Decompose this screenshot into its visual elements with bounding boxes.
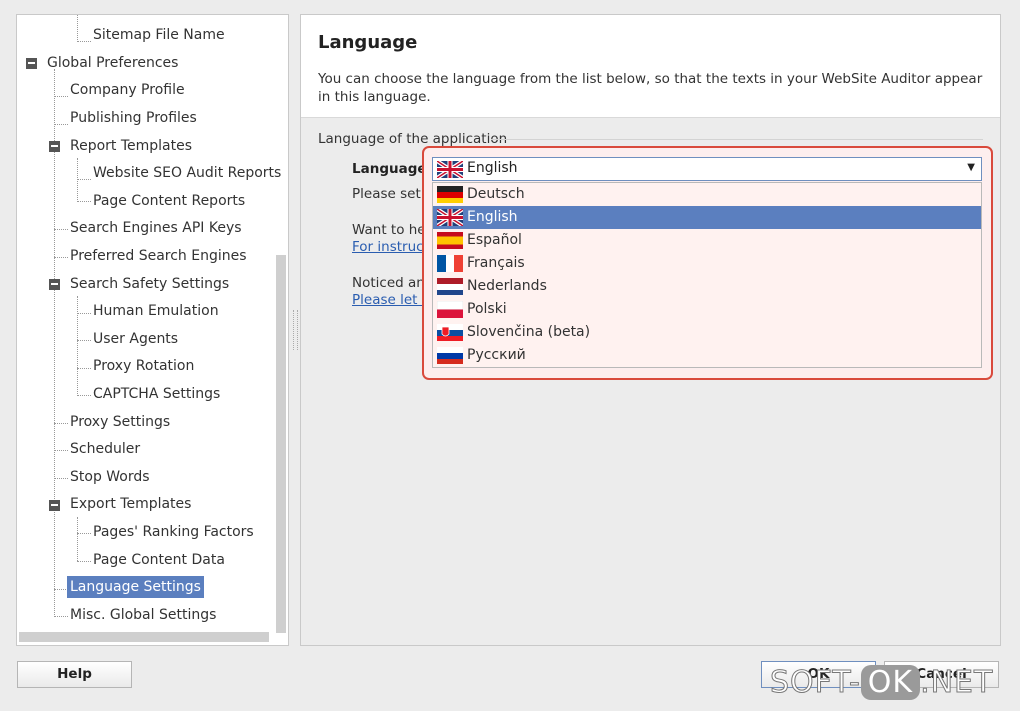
language-option-label: Nederlands bbox=[467, 278, 547, 294]
panel-splitter-handle[interactable] bbox=[293, 310, 298, 350]
collapse-icon[interactable] bbox=[49, 500, 60, 511]
uk-flag-icon bbox=[437, 209, 463, 226]
language-label: Language: bbox=[352, 161, 432, 177]
tree-item-human-emulation[interactable]: Human Emulation bbox=[93, 300, 219, 322]
tree-item-website-seo-audit-reports[interactable]: Website SEO Audit Reports bbox=[93, 162, 281, 184]
tree-item-page-content-data[interactable]: Page Content Data bbox=[93, 549, 225, 571]
tree-connector bbox=[54, 257, 68, 258]
tree-vertical-scrollbar[interactable] bbox=[276, 255, 286, 633]
tree-item-user-agents[interactable]: User Agents bbox=[93, 328, 178, 350]
watermark-box: OK bbox=[860, 665, 921, 700]
tree-connector bbox=[77, 340, 91, 341]
tree-connector bbox=[77, 15, 78, 42]
language-select-value: English bbox=[467, 160, 518, 176]
language-option-label: Deutsch bbox=[467, 186, 525, 202]
tree-connector bbox=[54, 478, 68, 479]
language-option-english[interactable]: English bbox=[433, 206, 981, 229]
tree-connector bbox=[54, 616, 68, 617]
language-group-label: Language of the application bbox=[318, 131, 508, 147]
tree-connector bbox=[77, 41, 91, 42]
language-option-label: Slovenčina (beta) bbox=[467, 324, 591, 340]
language-option-nederlands[interactable]: Nederlands bbox=[433, 275, 981, 298]
tree-item-company-profile[interactable]: Company Profile bbox=[70, 79, 185, 101]
chevron-down-icon[interactable]: ▼ bbox=[967, 162, 975, 173]
tree-item-search-safety-settings[interactable]: Search Safety Settings bbox=[70, 273, 229, 295]
language-option-label: Français bbox=[467, 255, 525, 271]
tree-item-proxy-settings[interactable]: Proxy Settings bbox=[70, 411, 170, 433]
tree-item-preferred-search-engines[interactable]: Preferred Search Engines bbox=[70, 245, 247, 267]
tree-connector bbox=[77, 517, 78, 561]
language-option-label: English bbox=[467, 209, 518, 225]
uk-flag-icon bbox=[437, 161, 463, 178]
ru-flag-icon bbox=[437, 347, 463, 364]
tree-connector bbox=[77, 368, 91, 369]
language-options-list[interactable]: Deutsch English Español Français Nederla… bbox=[432, 182, 982, 368]
tree-connector bbox=[54, 96, 68, 97]
collapse-icon[interactable] bbox=[49, 279, 60, 290]
language-option-francais[interactable]: Français bbox=[433, 252, 981, 275]
tree-connector bbox=[77, 313, 91, 314]
tree-item-scheduler[interactable]: Scheduler bbox=[70, 438, 140, 460]
tree-item-export-templates[interactable]: Export Templates bbox=[70, 493, 191, 515]
tree-item-publishing-profiles[interactable]: Publishing Profiles bbox=[70, 107, 197, 129]
language-option-espanol[interactable]: Español bbox=[433, 229, 981, 252]
sk-flag-icon bbox=[437, 324, 463, 341]
de-flag-icon bbox=[437, 186, 463, 203]
tree-item-proxy-rotation[interactable]: Proxy Rotation bbox=[93, 355, 194, 377]
language-select[interactable]: English ▼ bbox=[432, 157, 982, 181]
tree-item-report-templates[interactable]: Report Templates bbox=[70, 135, 192, 157]
tree-connector bbox=[77, 395, 91, 396]
tree-connector bbox=[54, 589, 68, 590]
group-divider bbox=[491, 139, 983, 140]
page-title: Language bbox=[318, 32, 418, 53]
language-option-label: Español bbox=[467, 232, 522, 248]
tree-connector bbox=[77, 179, 91, 180]
language-option-polski[interactable]: Polski bbox=[433, 298, 981, 321]
es-flag-icon bbox=[437, 232, 463, 249]
tree-item-stop-words[interactable]: Stop Words bbox=[70, 466, 150, 488]
tree-connector bbox=[54, 124, 68, 125]
collapse-icon[interactable] bbox=[49, 141, 60, 152]
tree-horizontal-scrollbar[interactable] bbox=[19, 632, 269, 642]
tree-item-page-content-reports[interactable]: Page Content Reports bbox=[93, 190, 245, 212]
content-header: Language You can choose the language fro… bbox=[301, 15, 1000, 118]
nl-flag-icon bbox=[437, 278, 463, 295]
pl-flag-icon bbox=[437, 301, 463, 318]
language-option-deutsch[interactable]: Deutsch bbox=[433, 183, 981, 206]
tree-item-misc-global-settings[interactable]: Misc. Global Settings bbox=[70, 604, 216, 626]
help-button[interactable]: Help bbox=[17, 661, 132, 688]
tree-item-global-preferences[interactable]: Global Preferences bbox=[47, 52, 178, 74]
watermark-text: .NET bbox=[920, 665, 994, 701]
watermark: SOFT- OK .NET bbox=[770, 665, 994, 701]
fr-flag-icon bbox=[437, 255, 463, 272]
tree-connector bbox=[77, 561, 91, 562]
tree-item-sitemap-file-name[interactable]: Sitemap File Name bbox=[93, 24, 225, 46]
tree-connector bbox=[54, 423, 68, 424]
language-option-slovencina[interactable]: Slovenčina (beta) bbox=[433, 321, 981, 344]
tree-connector bbox=[54, 450, 68, 451]
collapse-icon[interactable] bbox=[26, 58, 37, 69]
tree-connector bbox=[77, 201, 91, 202]
tree-connector bbox=[77, 158, 78, 202]
language-option-label: Polski bbox=[467, 301, 507, 317]
watermark-text: SOFT- bbox=[770, 665, 861, 701]
tree-connector bbox=[77, 296, 78, 396]
settings-tree[interactable]: Sitemap File Name Global Preferences Com… bbox=[16, 14, 289, 646]
language-option-russian[interactable]: Русский bbox=[433, 344, 981, 367]
tree-connector bbox=[77, 533, 91, 534]
tree-item-captcha-settings[interactable]: CAPTCHA Settings bbox=[93, 383, 220, 405]
tree-item-search-engines-api-keys[interactable]: Search Engines API Keys bbox=[70, 217, 242, 239]
tree-connector bbox=[54, 229, 68, 230]
tree-item-pages-ranking-factors[interactable]: Pages' Ranking Factors bbox=[93, 521, 254, 543]
page-description: You can choose the language from the lis… bbox=[318, 71, 983, 105]
language-option-label: Русский bbox=[467, 347, 526, 363]
tree-item-language-settings[interactable]: Language Settings bbox=[67, 576, 204, 598]
